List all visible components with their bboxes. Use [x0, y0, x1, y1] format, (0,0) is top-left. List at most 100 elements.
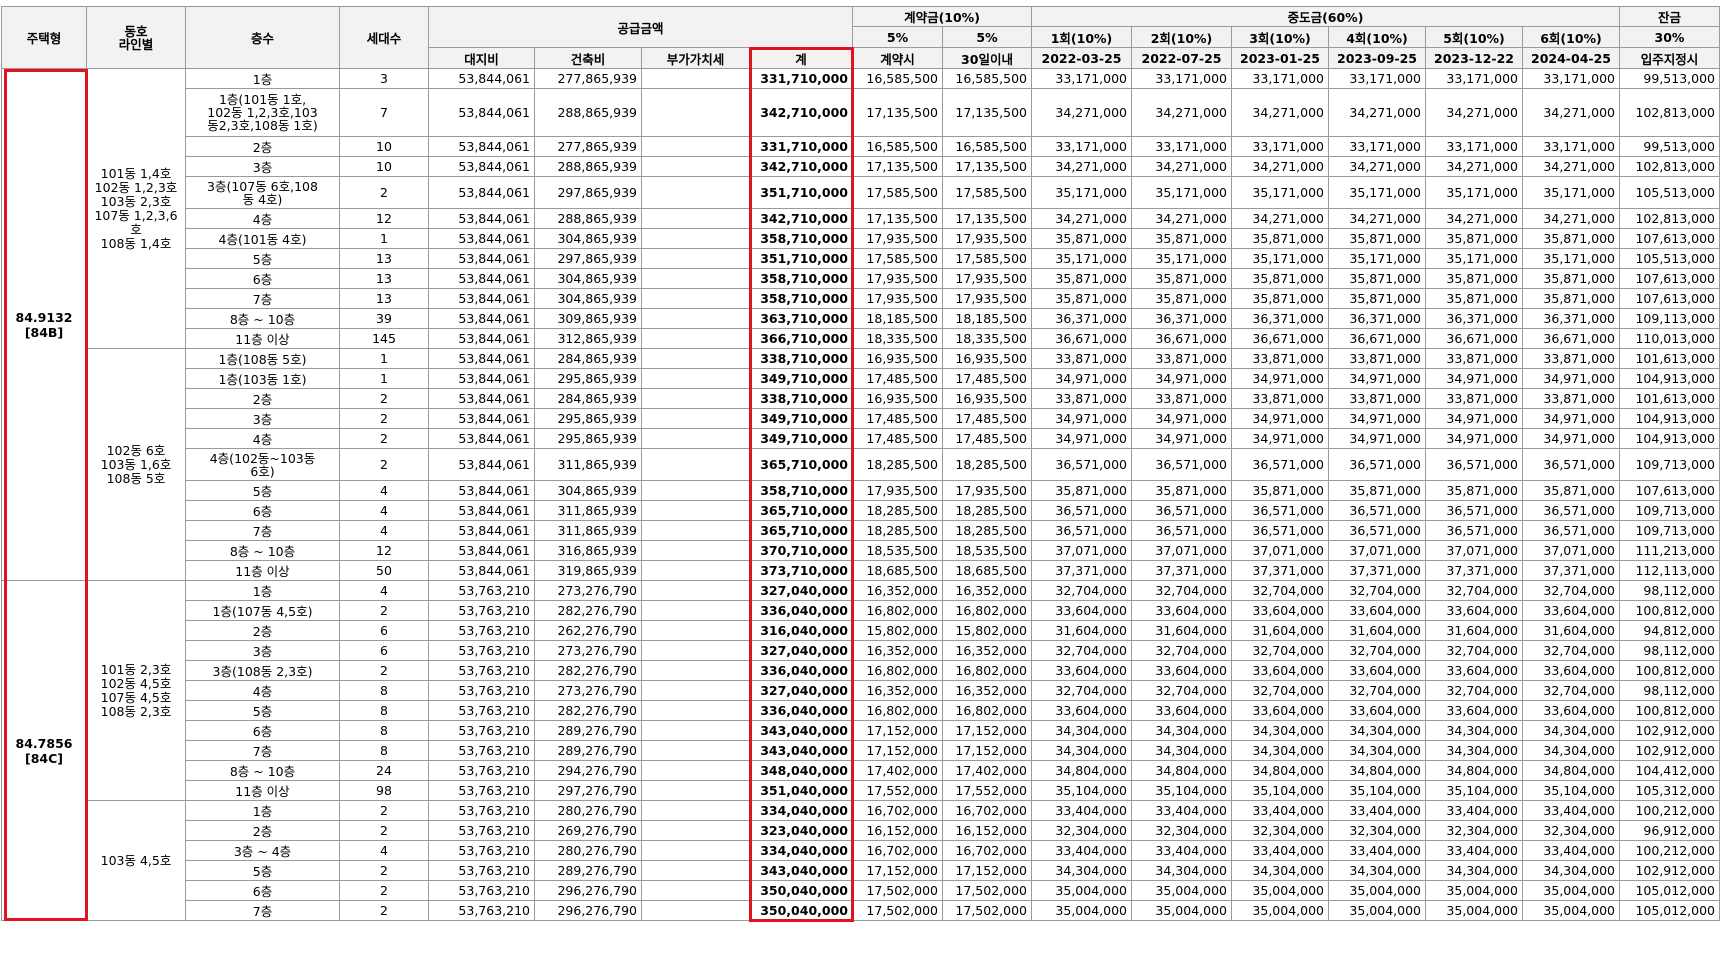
header-balance-pct: 30%	[1619, 26, 1720, 48]
units-cell: 50	[339, 560, 429, 581]
deposit-30days-cell: 18,535,500	[942, 540, 1032, 561]
floor-cell: 8층 ~ 10층	[185, 308, 340, 329]
balance-cell: 102,813,000	[1619, 88, 1720, 137]
table-row: 7층 13 53,844,061 304,865,939 358,710,000 17,9…	[2, 288, 1720, 309]
middle-payment-2-cell: 34,804,000	[1131, 760, 1232, 781]
floor-cell: 7층	[185, 740, 340, 761]
middle-payment-6-cell: 35,871,000	[1522, 268, 1620, 289]
building-cost-cell: 295,865,939	[534, 368, 642, 389]
balance-cell: 109,713,000	[1619, 500, 1720, 521]
land-cost-cell: 53,844,061	[428, 248, 535, 269]
floor-cell: 5층	[185, 480, 340, 501]
middle-payment-2-cell: 32,704,000	[1131, 680, 1232, 701]
middle-payment-6-cell: 34,971,000	[1522, 368, 1620, 389]
middle-payment-5-cell: 36,571,000	[1425, 520, 1523, 541]
middle-payment-1-cell: 34,271,000	[1031, 88, 1132, 137]
table-row: 2층 6 53,763,210 262,276,790 316,040,000 15,80…	[2, 620, 1720, 641]
middle-payment-4-cell: 33,604,000	[1328, 700, 1426, 721]
vat-cell	[641, 540, 750, 561]
building-cost-cell: 312,865,939	[534, 328, 642, 349]
middle-payment-5-cell: 34,971,000	[1425, 368, 1523, 389]
land-cost-cell: 53,763,210	[428, 640, 535, 661]
middle-payment-6-cell: 34,804,000	[1522, 760, 1620, 781]
land-cost-cell: 53,844,061	[428, 408, 535, 429]
middle-payment-5-cell: 36,371,000	[1425, 308, 1523, 329]
total-cell: 331,710,000	[749, 136, 853, 157]
total-cell: 327,040,000	[749, 680, 853, 701]
middle-payment-5-cell: 32,704,000	[1425, 640, 1523, 661]
deposit-30days-cell: 18,285,500	[942, 520, 1032, 541]
deposit-contract-cell: 17,585,500	[852, 176, 943, 209]
floor-cell: 5층	[185, 700, 340, 721]
units-cell: 12	[339, 208, 429, 229]
table-row: 7층 4 53,844,061 311,865,939 365,710,000 18,28…	[2, 520, 1720, 541]
total-cell: 350,040,000	[749, 880, 853, 901]
land-cost-cell: 53,763,210	[428, 880, 535, 901]
vat-cell	[641, 208, 750, 229]
middle-payment-5-cell: 34,304,000	[1425, 860, 1523, 881]
middle-payment-6-cell: 35,171,000	[1522, 176, 1620, 209]
deposit-contract-cell: 16,585,500	[852, 136, 943, 157]
middle-payment-5-cell: 33,604,000	[1425, 700, 1523, 721]
balance-cell: 102,813,000	[1619, 208, 1720, 229]
table-row: 3층(107동 6호,108 동 4호) 2 53,844,061 297,865,9…	[2, 176, 1720, 209]
table-row: 1층(101동 1호, 102동 1,2,3호,103 동2,3호,108동 1…	[2, 88, 1720, 137]
vat-cell	[641, 600, 750, 621]
deposit-contract-cell: 17,152,000	[852, 720, 943, 741]
middle-payment-4-cell: 35,871,000	[1328, 228, 1426, 249]
price-table: 주택형 동호 라인별 층수 세대수 공급금액 계약금(10%) 중도금(60%)…	[1, 6, 1720, 921]
header-building: 건축비	[534, 47, 642, 69]
header-land: 대지비	[428, 47, 535, 69]
middle-payment-3-cell: 33,604,000	[1231, 700, 1329, 721]
deposit-30days-cell: 16,585,500	[942, 136, 1032, 157]
middle-payment-6-cell: 36,571,000	[1522, 520, 1620, 541]
header-total: 계	[749, 47, 853, 69]
land-cost-cell: 53,763,210	[428, 860, 535, 881]
middle-payment-4-cell: 33,171,000	[1328, 68, 1426, 89]
middle-payment-1-cell: 35,171,000	[1031, 248, 1132, 269]
header-date-2: 2022-07-25	[1131, 47, 1232, 69]
balance-cell: 104,913,000	[1619, 408, 1720, 429]
floor-cell: 7층	[185, 520, 340, 541]
total-cell: 370,710,000	[749, 540, 853, 561]
deposit-contract-cell: 17,485,500	[852, 368, 943, 389]
floor-cell: 2층	[185, 136, 340, 157]
balance-cell: 102,813,000	[1619, 156, 1720, 177]
middle-payment-2-cell: 33,404,000	[1131, 800, 1232, 821]
deposit-contract-cell: 16,935,500	[852, 388, 943, 409]
building-cost-cell: 288,865,939	[534, 156, 642, 177]
middle-payment-5-cell: 37,071,000	[1425, 540, 1523, 561]
total-cell: 316,040,000	[749, 620, 853, 641]
table-row: 5층 4 53,844,061 304,865,939 358,710,000 17,93…	[2, 480, 1720, 501]
floor-cell: 3층	[185, 156, 340, 177]
floor-cell: 4층	[185, 208, 340, 229]
middle-payment-1-cell: 35,871,000	[1031, 268, 1132, 289]
total-cell: 365,710,000	[749, 448, 853, 481]
middle-payment-4-cell: 33,404,000	[1328, 800, 1426, 821]
middle-payment-4-cell: 36,571,000	[1328, 448, 1426, 481]
vat-cell	[641, 880, 750, 901]
total-cell: 358,710,000	[749, 228, 853, 249]
balance-cell: 104,913,000	[1619, 368, 1720, 389]
middle-payment-6-cell: 35,871,000	[1522, 480, 1620, 501]
middle-payment-4-cell: 35,871,000	[1328, 268, 1426, 289]
vat-cell	[641, 428, 750, 449]
floor-cell: 6층	[185, 880, 340, 901]
units-cell: 6	[339, 640, 429, 661]
middle-payment-6-cell: 36,371,000	[1522, 308, 1620, 329]
deposit-contract-cell: 16,935,500	[852, 348, 943, 369]
middle-payment-5-cell: 34,304,000	[1425, 740, 1523, 761]
middle-payment-2-cell: 35,871,000	[1131, 480, 1232, 501]
building-cost-cell: 295,865,939	[534, 428, 642, 449]
header-deposit-pct2: 5%	[942, 26, 1032, 48]
total-cell: 336,040,000	[749, 700, 853, 721]
table-row: 7층 2 53,763,210 296,276,790 350,040,000 17,50…	[2, 900, 1720, 921]
table-row: 8층 ~ 10층 24 53,763,210 294,276,790 348,040,0…	[2, 760, 1720, 781]
middle-payment-1-cell: 34,971,000	[1031, 368, 1132, 389]
middle-payment-6-cell: 33,404,000	[1522, 800, 1620, 821]
header-installment-5: 5회(10%)	[1425, 26, 1523, 48]
middle-payment-3-cell: 36,571,000	[1231, 520, 1329, 541]
vat-cell	[641, 328, 750, 349]
table-row: 2층 10 53,844,061 277,865,939 331,710,000 16,5…	[2, 136, 1720, 157]
units-cell: 4	[339, 840, 429, 861]
